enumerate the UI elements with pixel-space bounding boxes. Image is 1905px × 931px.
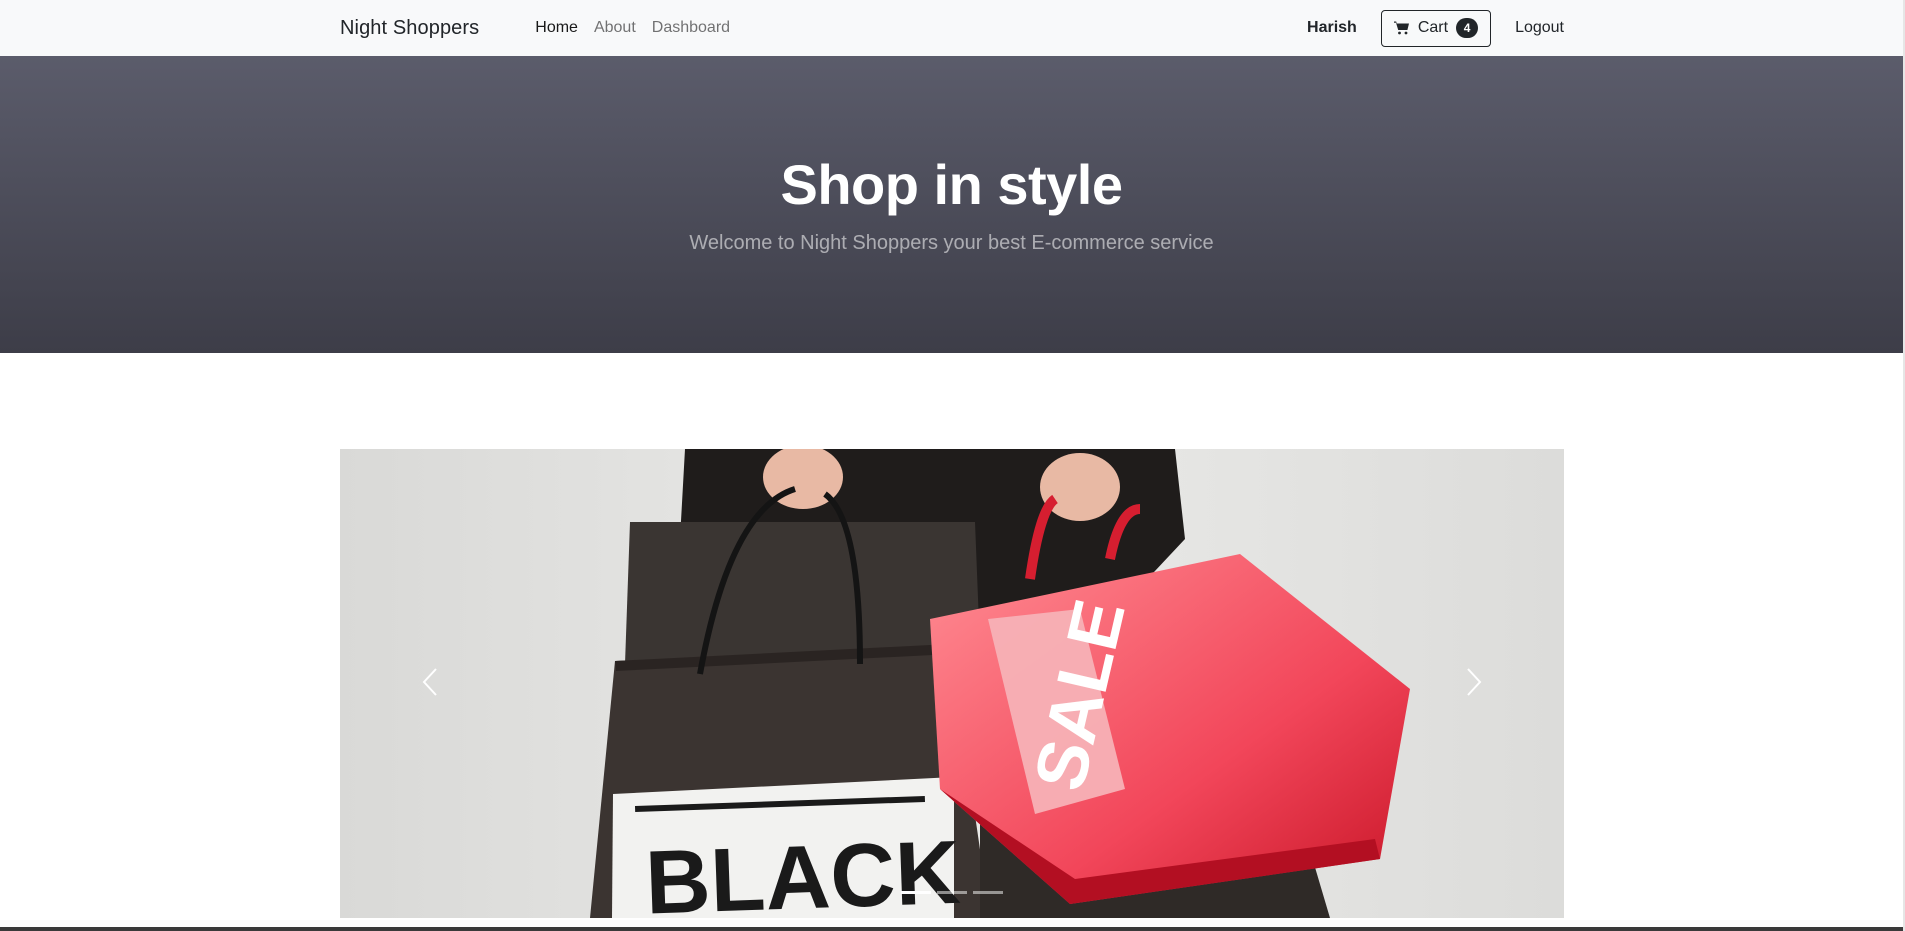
brand-link[interactable]: Night Shoppers	[340, 17, 479, 40]
hero-banner: Shop in style Welcome to Night Shoppers …	[0, 56, 1903, 353]
carousel-prev-button[interactable]	[370, 629, 490, 739]
cart-button[interactable]: Cart 4	[1380, 9, 1492, 47]
navbar: Night Shoppers Home About Dashboard Hari…	[0, 0, 1903, 56]
nav-link-dashboard[interactable]: Dashboard	[644, 19, 738, 37]
carousel-slide-image: BLACK SALE	[340, 449, 1564, 918]
nav-links: Home About Dashboard	[527, 19, 738, 37]
nav-link-about[interactable]: About	[586, 19, 644, 37]
carousel-indicator-3[interactable]	[973, 891, 1003, 894]
carousel-indicator-1[interactable]	[901, 891, 931, 894]
hero-subtitle: Welcome to Night Shoppers your best E-co…	[689, 232, 1214, 254]
page: Night Shoppers Home About Dashboard Hari…	[0, 0, 1905, 931]
navbar-container: Night Shoppers Home About Dashboard Hari…	[340, 0, 1564, 56]
nav-link-home[interactable]: Home	[527, 19, 586, 37]
cart-label: Cart	[1417, 19, 1449, 36]
carousel-next-button[interactable]	[1414, 629, 1534, 739]
chevron-right-icon	[1465, 667, 1483, 702]
page-bottom-edge	[0, 927, 1905, 931]
carousel-indicator-2[interactable]	[937, 891, 967, 894]
chevron-left-icon	[421, 667, 439, 702]
username: Harish	[1307, 19, 1357, 36]
shopping-cart-icon	[1393, 20, 1410, 36]
cart-count-badge: 4	[1456, 18, 1479, 38]
carousel: BLACK SALE	[340, 449, 1564, 918]
carousel-indicators	[340, 891, 1564, 894]
nav-right: Harish Cart 4 Logout	[1307, 9, 1564, 47]
hero-title: Shop in style	[780, 153, 1124, 216]
logout-link[interactable]: Logout	[1515, 19, 1564, 37]
slide-text-black: BLACK	[644, 823, 962, 918]
